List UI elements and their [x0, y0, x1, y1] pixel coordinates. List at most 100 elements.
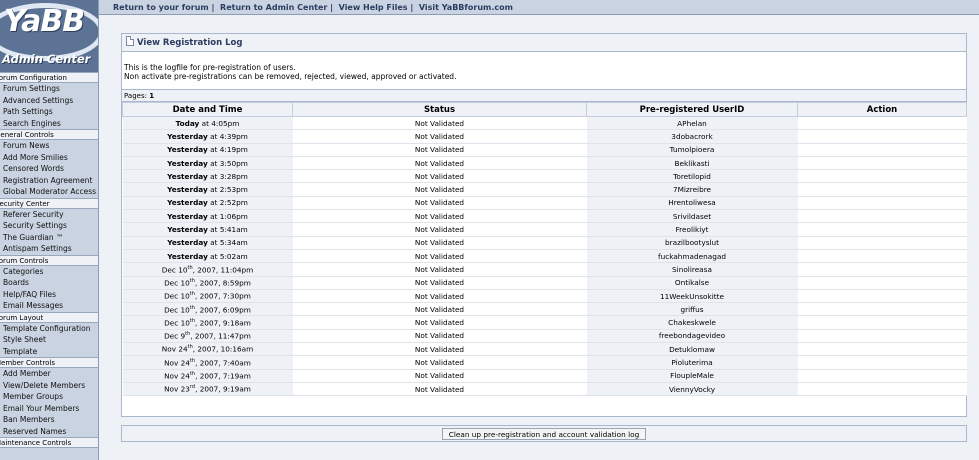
sidebar-item-antispam-settings[interactable]: Antispam Settings [0, 243, 98, 255]
cell-action [797, 329, 967, 344]
date-relative: Yesterday [167, 211, 208, 221]
view-help-files-link[interactable]: View Help Files [339, 3, 408, 12]
cell-status: Not Validated [292, 196, 587, 211]
sidebar-item-boards[interactable]: Boards [0, 277, 98, 289]
cell-action [797, 116, 967, 131]
cell-status: Not Validated [292, 249, 587, 264]
sidebar-item-categories[interactable]: Categories [0, 266, 98, 278]
cleanup-log-button[interactable]: Clean up pre-registration and account va… [441, 428, 647, 440]
cell-action [797, 209, 967, 224]
table-row: Nov 24th, 2007, 10:16am Not Validated Detu… [122, 342, 967, 357]
table-row: Dec 9th, 2007, 11:47pm Not Validated freeb… [122, 329, 967, 344]
date-day: Dec 10 [161, 265, 188, 275]
cell-action [797, 315, 967, 330]
sidebar-item-advanced-settings[interactable]: Advanced Settings [0, 95, 98, 107]
sidebar-item-reserved-names[interactable]: Reserved Names [0, 426, 98, 438]
sidebar-item-security-settings[interactable]: Security Settings [0, 220, 98, 232]
cell-status: Not Validated [292, 302, 587, 317]
cell-status: Not Validated [292, 342, 587, 357]
sidebar-item-style-sheet[interactable]: Style Sheet [0, 334, 98, 346]
sidebar-item-censored-words[interactable]: Censored Words [0, 163, 98, 175]
cell-status: Not Validated [292, 209, 587, 224]
cell-status: Not Validated [292, 329, 587, 344]
cell-userid: 3dobacrork [586, 129, 798, 144]
return-to-forum-link[interactable]: Return to your forum [113, 3, 209, 12]
date-day: Dec 10 [164, 278, 190, 288]
cell-userid: Detuklomaw [586, 342, 798, 357]
header-action: Action [797, 102, 967, 117]
sidebar-item-ban-members[interactable]: Ban Members [0, 414, 98, 426]
table-row: Dec 10th, 2007, 7:30pm Not Validated 11Wee… [122, 289, 967, 304]
sidebar-item-search-engines[interactable]: Search Engines [0, 118, 98, 130]
cell-action [797, 196, 967, 211]
cell-userid: brazilbootyslut [586, 236, 798, 250]
cell-action [797, 143, 967, 157]
cell-action [797, 382, 967, 397]
panel-title-bar: View Registration Log [122, 34, 966, 52]
date-time: at 3:50pm [207, 158, 248, 168]
date-time: at 4:39pm [207, 131, 248, 141]
cell-date-time: Yesterday at 4:19pm [122, 143, 293, 157]
date-relative: Yesterday [167, 145, 208, 155]
table-row: Yesterday at 5:02am Not Validated fuckahma… [122, 249, 967, 264]
sidebar-item-global-moderator-access[interactable]: Global Moderator Access [0, 186, 98, 198]
table-row: Dec 10th, 2007, 6:09pm Not Validated griff… [122, 302, 967, 317]
cell-userid: 7Mizreibre [586, 182, 798, 197]
table-row: Nov 24th, 2007, 7:19am Not Validated Floup… [122, 369, 967, 383]
sidebar-item-template[interactable]: Template [0, 346, 98, 358]
cell-userid: Pioluterima [586, 355, 798, 370]
sidebar-item-add-more-smilies[interactable]: Add More Smilies [0, 152, 98, 164]
table-row: Yesterday at 5:34am Not Validated brazilbo… [122, 236, 967, 250]
sidebar-section-header: Member Controls [0, 357, 98, 368]
sidebar-item-registration-agreement[interactable]: Registration Agreement [0, 175, 98, 187]
table-row: Yesterday at 3:28pm Not Validated Toretilo… [122, 169, 967, 184]
cell-date-time: Yesterday at 3:50pm [122, 156, 293, 171]
date-year-time: , 2007, 11:47pm [190, 331, 251, 341]
sidebar-item-help-faq-files[interactable]: Help/FAQ Files [0, 289, 98, 301]
sidebar-item-forum-settings[interactable]: Forum Settings [0, 83, 98, 95]
cell-action [797, 129, 967, 144]
cell-userid: fuckahmadenagad [586, 249, 798, 264]
visit-yabbforum-link[interactable]: Visit YaBBforum.com [419, 3, 513, 12]
sidebar-section-header: General Controls [0, 129, 98, 140]
yabb-logo[interactable]: YaBB Admin Center [0, 0, 98, 72]
cell-status: Not Validated [292, 369, 587, 383]
sidebar-item-forum-news[interactable]: Forum News [0, 140, 98, 152]
sidebar-item-member-groups[interactable]: Member Groups [0, 391, 98, 403]
date-day: Nov 24 [164, 371, 190, 381]
table-row: Yesterday at 2:52pm Not Validated Hrentoli… [122, 196, 967, 211]
date-time: at 3:28pm [207, 171, 248, 181]
cell-status: Not Validated [292, 143, 587, 157]
cell-date-time: Nov 23rd, 2007, 9:19am [122, 382, 293, 397]
table-body: Today at 4:05pm Not Validated APhelan Yeste… [122, 116, 967, 397]
sidebar-item-add-member[interactable]: Add Member [0, 368, 98, 380]
sidebar-item-path-settings[interactable]: Path Settings [0, 106, 98, 118]
sidebar-item-referer-security[interactable]: Referer Security [0, 209, 98, 221]
sidebar-section-header: Maintenance Controls [0, 437, 98, 448]
table-row: Yesterday at 1:06pm Not Validated Srivilda… [122, 209, 967, 224]
cell-action [797, 302, 967, 317]
table-row: Yesterday at 3:50pm Not Validated Beklikas… [122, 156, 967, 171]
cell-action [797, 236, 967, 250]
cell-userid: APhelan [586, 116, 798, 131]
table-row: Yesterday at 5:41am Not Validated Freoliki… [122, 222, 967, 237]
return-to-admin-center-link[interactable]: Return to Admin Center [220, 3, 327, 12]
sidebar-item-email-your-members[interactable]: Email Your Members [0, 403, 98, 415]
cell-status: Not Validated [292, 156, 587, 171]
table-row: Yesterday at 2:53pm Not Validated 7Mizreib… [122, 182, 967, 197]
cell-action [797, 182, 967, 197]
cell-userid: Toretilopid [586, 169, 798, 184]
sidebar-item-template-configuration[interactable]: Template Configuration [0, 323, 98, 335]
cell-userid: Freolikiyt [586, 222, 798, 237]
date-relative: Yesterday [167, 171, 208, 181]
date-relative: Yesterday [167, 238, 208, 248]
table-row: Yesterday at 4:39pm Not Validated 3dobacro… [122, 129, 967, 144]
date-day: Dec 10 [164, 305, 190, 315]
cell-status: Not Validated [292, 315, 587, 330]
page-link-1[interactable]: 1 [149, 92, 154, 100]
table-row: Dec 10th, 2007, 8:59pm Not Validated Ontik… [122, 276, 967, 290]
sidebar-item-view-delete-members[interactable]: View/Delete Members [0, 380, 98, 392]
sidebar-item-email-messages[interactable]: Email Messages [0, 300, 98, 312]
sidebar-item-the-guardian[interactable]: The Guardian ™ [0, 232, 98, 244]
cell-action [797, 289, 967, 304]
